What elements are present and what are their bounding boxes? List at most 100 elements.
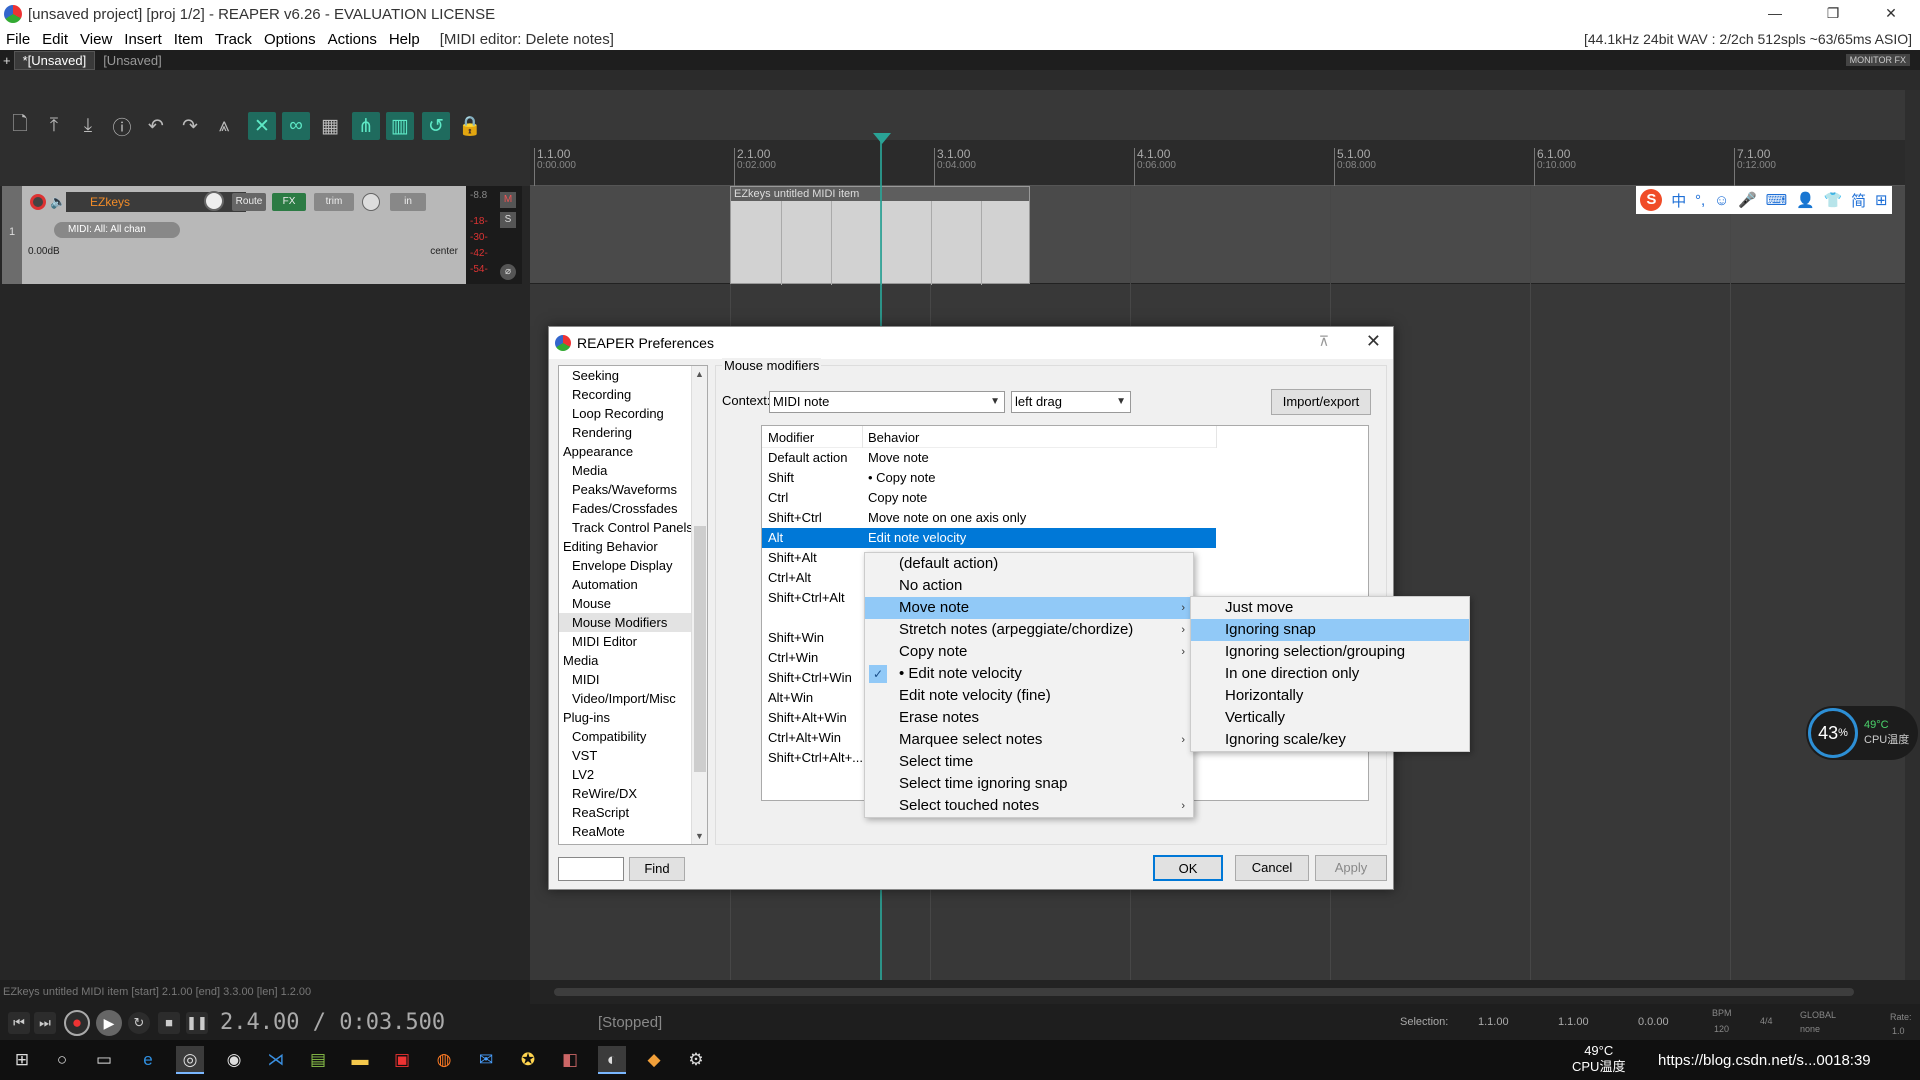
folder-icon[interactable]: ▬ bbox=[346, 1046, 374, 1074]
tree-item-peaks[interactable]: Peaks/Waveforms bbox=[559, 480, 707, 499]
punctuation-icon[interactable]: °, bbox=[1695, 192, 1705, 209]
tree-item-compatibility[interactable]: Compatibility bbox=[559, 727, 707, 746]
simplified-icon[interactable]: 简 bbox=[1851, 190, 1866, 211]
pin-icon[interactable]: ⊼ bbox=[1319, 333, 1329, 350]
keyboard-icon[interactable]: ⌨ bbox=[1766, 191, 1788, 209]
cpu-widget[interactable]: 43% 49°C CPU温度 bbox=[1806, 706, 1918, 760]
tree-item-editing-behavior[interactable]: Editing Behavior bbox=[559, 537, 707, 556]
tab-project-active[interactable]: *[Unsaved] bbox=[13, 50, 96, 70]
minimize-button[interactable]: — bbox=[1746, 0, 1804, 28]
tree-item-rendering[interactable]: Rendering bbox=[559, 423, 707, 442]
menu-item-copy-note[interactable]: Copy note › bbox=[865, 641, 1193, 663]
menu-item-select-touched[interactable]: Select touched notes › bbox=[865, 795, 1193, 817]
tree-item-automation[interactable]: Automation bbox=[559, 575, 707, 594]
tree-item-rewire[interactable]: ReWire/DX bbox=[559, 784, 707, 803]
save-project-icon[interactable]: ⤓ bbox=[74, 112, 102, 140]
tree-item-plugins[interactable]: Plug-ins bbox=[559, 708, 707, 727]
scroll-up-icon[interactable]: ▲ bbox=[692, 366, 707, 382]
column-separator[interactable] bbox=[862, 426, 863, 448]
selection-start[interactable]: 1.1.00 bbox=[1478, 1016, 1509, 1028]
grid-icon[interactable]: ▦ bbox=[316, 112, 344, 140]
modifier-row[interactable]: Shift • Copy note bbox=[762, 468, 1216, 488]
volume-knob[interactable] bbox=[204, 191, 224, 211]
close-button[interactable]: ✕ bbox=[1862, 0, 1920, 28]
audio-device-info[interactable]: [44.1kHz 24bit WAV : 2/2ch 512spls ~63/6… bbox=[1584, 31, 1912, 47]
menu-insert[interactable]: Insert bbox=[118, 31, 168, 48]
pan-knob[interactable] bbox=[362, 193, 380, 211]
tray-cpu-temp[interactable]: 49°C CPU温度 bbox=[1572, 1043, 1625, 1075]
new-tab-button[interactable]: + bbox=[0, 53, 14, 68]
chrome-alt-icon[interactable]: ◉ bbox=[220, 1046, 248, 1074]
record-arm-button[interactable] bbox=[30, 194, 46, 210]
chrome-icon[interactable]: ◎ bbox=[176, 1046, 204, 1074]
go-end-icon[interactable]: ⏭ bbox=[34, 1012, 56, 1034]
time-position[interactable]: 2.4.00 / 0:03.500 bbox=[220, 1010, 445, 1035]
apply-button[interactable]: Apply bbox=[1315, 855, 1387, 881]
skin-icon[interactable]: 👕 bbox=[1824, 191, 1843, 209]
tree-item-envelope-display[interactable]: Envelope Display bbox=[559, 556, 707, 575]
input-button[interactable]: in bbox=[390, 193, 426, 211]
media-app-icon[interactable]: ▣ bbox=[388, 1046, 416, 1074]
menu-item-select-time[interactable]: Select time bbox=[865, 751, 1193, 773]
emoji-icon[interactable]: ☺ bbox=[1714, 192, 1729, 209]
selection-end[interactable]: 1.1.00 bbox=[1558, 1016, 1589, 1028]
tree-scrollbar[interactable]: ▲ ▼ bbox=[691, 366, 707, 844]
horizontal-scrollbar[interactable] bbox=[530, 980, 1920, 1004]
menu-view[interactable]: View bbox=[74, 31, 118, 48]
windows-start-icon[interactable]: ⊞ bbox=[8, 1046, 36, 1074]
midi-input-selector[interactable]: MIDI: All: All chan bbox=[54, 222, 180, 238]
tab-project-other[interactable]: [Unsaved] bbox=[95, 52, 170, 69]
submenu-item-horizontally[interactable]: Horizontally bbox=[1191, 685, 1469, 707]
chinese-mode-icon[interactable]: 中 bbox=[1671, 190, 1686, 211]
fx-button[interactable]: FX bbox=[272, 193, 306, 211]
tree-item-mouse-modifiers[interactable]: Mouse Modifiers bbox=[559, 613, 707, 632]
tree-scroll-thumb[interactable] bbox=[694, 526, 706, 772]
column-behavior[interactable]: Behavior bbox=[868, 430, 919, 445]
undo-icon[interactable]: ↶ bbox=[142, 112, 170, 140]
menu-help[interactable]: Help bbox=[383, 31, 426, 48]
settings-icon[interactable]: ⚙ bbox=[682, 1046, 710, 1074]
app-icon[interactable]: ✪ bbox=[514, 1046, 542, 1074]
tree-item-midi[interactable]: MIDI bbox=[559, 670, 707, 689]
edge-icon[interactable]: e bbox=[134, 1046, 162, 1074]
modifier-row[interactable]: Ctrl Copy note bbox=[762, 488, 1216, 508]
menu-edit[interactable]: Edit bbox=[36, 31, 74, 48]
trim-button[interactable]: trim bbox=[314, 193, 354, 211]
menu-file[interactable]: File bbox=[0, 31, 36, 48]
playhead-marker[interactable] bbox=[873, 133, 891, 144]
tree-item-vst[interactable]: VST bbox=[559, 746, 707, 765]
sogou-logo-icon[interactable]: S bbox=[1640, 189, 1663, 211]
tree-item-midi-editor[interactable]: MIDI Editor bbox=[559, 632, 707, 651]
menu-options[interactable]: Options bbox=[258, 31, 322, 48]
tree-item-reamote[interactable]: ReaMote bbox=[559, 822, 707, 841]
scroll-down-icon[interactable]: ▼ bbox=[692, 828, 707, 844]
menu-item[interactable]: Item bbox=[168, 31, 209, 48]
bpm-value[interactable]: 120 bbox=[1714, 1024, 1729, 1034]
snap-icon[interactable]: ⋔ bbox=[352, 112, 380, 140]
action-select[interactable]: left drag ▼ bbox=[1011, 391, 1131, 413]
paint-icon[interactable]: ◧ bbox=[556, 1046, 584, 1074]
tree-item-mouse[interactable]: Mouse bbox=[559, 594, 707, 613]
dialog-close-button[interactable]: ✕ bbox=[1366, 331, 1381, 352]
tree-item-video-import[interactable]: Video/Import/Misc bbox=[559, 689, 707, 708]
notepad-icon[interactable]: ▤ bbox=[304, 1046, 332, 1074]
redo-icon[interactable]: ↷ bbox=[176, 112, 204, 140]
tree-item-seeking[interactable]: Seeking bbox=[559, 366, 707, 385]
tree-item-media[interactable]: Media bbox=[559, 461, 707, 480]
lock-icon[interactable]: 🔒 bbox=[456, 112, 484, 140]
repeat-icon[interactable]: ↻ bbox=[128, 1012, 150, 1034]
cancel-button[interactable]: Cancel bbox=[1235, 855, 1309, 881]
solo-button[interactable]: S bbox=[500, 212, 516, 228]
import-export-button[interactable]: Import/export bbox=[1271, 389, 1371, 415]
phase-icon[interactable]: ⌀ bbox=[500, 264, 516, 280]
menu-item-move-note[interactable]: Move note › bbox=[865, 597, 1193, 619]
item-grouping-icon[interactable]: ∞ bbox=[282, 112, 310, 140]
ok-button[interactable]: OK bbox=[1153, 855, 1223, 881]
project-settings-icon[interactable]: ⓘ bbox=[108, 112, 136, 140]
column-modifier[interactable]: Modifier bbox=[768, 430, 814, 445]
tree-item-recording[interactable]: Recording bbox=[559, 385, 707, 404]
tree-item-tcp[interactable]: Track Control Panels bbox=[559, 518, 707, 537]
submenu-item-ignoring-scale[interactable]: Ignoring scale/key bbox=[1191, 729, 1469, 751]
track-meter[interactable]: -8.8 -18- -30- -42- -54- M S ⌀ bbox=[466, 186, 522, 284]
mail-icon[interactable]: ✉ bbox=[472, 1046, 500, 1074]
